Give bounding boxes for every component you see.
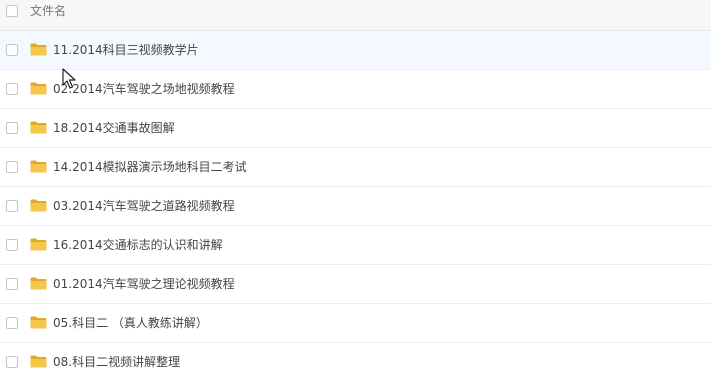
folder-rows: 11.2014科目三视频教学片 02.2014汽车驾驶之场地视频教程 18.20… bbox=[0, 31, 711, 377]
folder-row[interactable]: 05.科目二 （真人教练讲解） bbox=[0, 304, 711, 343]
folder-icon bbox=[30, 238, 47, 251]
folder-icon bbox=[30, 43, 47, 56]
folder-name[interactable]: 18.2014交通事故图解 bbox=[53, 120, 175, 136]
folder-name[interactable]: 08.科目二视频讲解整理 bbox=[53, 354, 180, 370]
folder-row[interactable]: 03.2014汽车驾驶之道路视频教程 bbox=[0, 187, 711, 226]
row-checkbox[interactable] bbox=[6, 83, 18, 95]
row-checkbox[interactable] bbox=[6, 122, 18, 134]
folder-name[interactable]: 16.2014交通标志的认识和讲解 bbox=[53, 237, 223, 253]
row-checkbox[interactable] bbox=[6, 278, 18, 290]
folder-row[interactable]: 18.2014交通事故图解 bbox=[0, 109, 711, 148]
folder-row[interactable]: 01.2014汽车驾驶之理论视频教程 bbox=[0, 265, 711, 304]
row-checkbox[interactable] bbox=[6, 161, 18, 173]
folder-row[interactable]: 16.2014交通标志的认识和讲解 bbox=[0, 226, 711, 265]
folder-name[interactable]: 02.2014汽车驾驶之场地视频教程 bbox=[53, 81, 235, 97]
folder-icon bbox=[30, 355, 47, 368]
row-checkbox[interactable] bbox=[6, 239, 18, 251]
folder-row[interactable]: 08.科目二视频讲解整理 bbox=[0, 343, 711, 377]
folder-icon bbox=[30, 316, 47, 329]
folder-row[interactable]: 02.2014汽车驾驶之场地视频教程 bbox=[0, 70, 711, 109]
folder-icon bbox=[30, 82, 47, 95]
folder-name[interactable]: 01.2014汽车驾驶之理论视频教程 bbox=[53, 276, 235, 292]
folder-icon bbox=[30, 160, 47, 173]
select-all-checkbox[interactable] bbox=[6, 5, 18, 17]
row-checkbox[interactable] bbox=[6, 200, 18, 212]
file-list: 文件名 11.2014科目三视频教学片 02.2014汽车驾驶之场地视频教程 1… bbox=[0, 0, 711, 377]
folder-row[interactable]: 11.2014科目三视频教学片 bbox=[0, 31, 711, 70]
row-checkbox[interactable] bbox=[6, 317, 18, 329]
row-checkbox[interactable] bbox=[6, 44, 18, 56]
folder-row[interactable]: 14.2014模拟器演示场地科目二考试 bbox=[0, 148, 711, 187]
folder-icon bbox=[30, 277, 47, 290]
folder-icon bbox=[30, 121, 47, 134]
filename-column-header[interactable]: 文件名 bbox=[30, 3, 66, 19]
folder-name[interactable]: 11.2014科目三视频教学片 bbox=[53, 42, 199, 58]
folder-name[interactable]: 14.2014模拟器演示场地科目二考试 bbox=[53, 159, 247, 175]
folder-icon bbox=[30, 199, 47, 212]
folder-name[interactable]: 05.科目二 （真人教练讲解） bbox=[53, 315, 208, 331]
folder-name[interactable]: 03.2014汽车驾驶之道路视频教程 bbox=[53, 198, 235, 214]
row-checkbox[interactable] bbox=[6, 356, 18, 368]
list-header: 文件名 bbox=[0, 0, 711, 31]
